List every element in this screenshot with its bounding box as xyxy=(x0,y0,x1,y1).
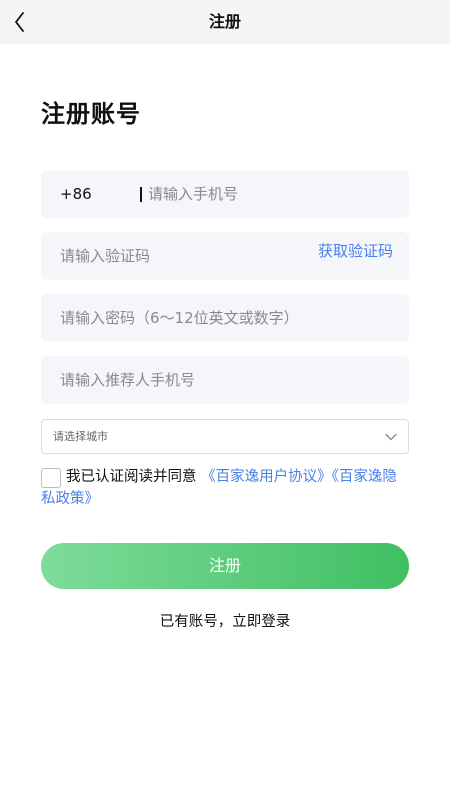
agreement-text: 我已认证阅读并同意 《百家逸用户协议》《百家逸隐私政策》 xyxy=(41,466,411,510)
country-code[interactable]: +86 xyxy=(60,170,92,218)
phone-input[interactable] xyxy=(148,170,398,218)
referrer-field xyxy=(41,356,409,404)
agreement-checkbox[interactable] xyxy=(41,468,61,488)
top-nav-bar: 注册 xyxy=(0,0,450,44)
phone-field: +86 xyxy=(41,170,409,218)
register-button[interactable]: 注册 xyxy=(41,543,409,589)
verification-code-input[interactable] xyxy=(60,232,290,280)
nav-title: 注册 xyxy=(208,12,241,31)
referrer-phone-input[interactable] xyxy=(60,356,400,404)
agreement-row: 我已认证阅读并同意 《百家逸用户协议》《百家逸隐私政策》 xyxy=(41,466,411,510)
city-select[interactable]: 请选择城市 xyxy=(41,419,409,454)
login-link[interactable]: 已有账号，立即登录 xyxy=(0,610,450,631)
password-field xyxy=(41,294,409,342)
chevron-down-icon xyxy=(385,433,397,441)
city-select-placeholder: 请选择城市 xyxy=(53,430,108,443)
agreement-prefix: 我已认证阅读并同意 xyxy=(66,469,197,485)
password-input[interactable] xyxy=(60,294,400,342)
user-agreement-link[interactable]: 《百家逸用户协议》 xyxy=(201,469,332,485)
input-cursor xyxy=(140,187,142,202)
code-field: 获取验证码 xyxy=(41,232,409,280)
page-title: 注册账号 xyxy=(41,100,141,128)
get-code-button[interactable]: 获取验证码 xyxy=(318,240,393,261)
